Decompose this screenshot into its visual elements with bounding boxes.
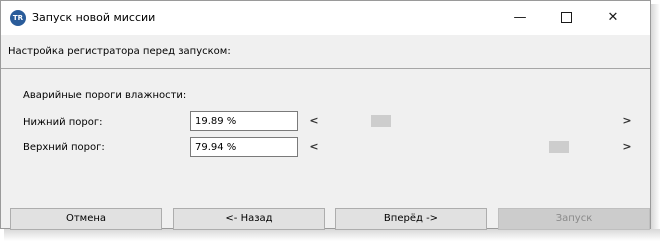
maximize-button[interactable] [544,1,588,35]
header-divider [1,68,650,69]
page-header: Настройка регистратора перед запуском: [8,46,231,57]
upper-threshold-label: Верхний порог: [23,142,105,153]
title-bar[interactable]: TR Запуск новой миссии — ✕ [1,1,650,35]
next-button[interactable]: Вперёд -> [335,208,487,230]
close-icon: ✕ [607,10,619,25]
launch-button: Запуск [498,208,650,230]
dialog-window: TR Запуск новой миссии — ✕ Настройка рег… [0,0,651,230]
slider-thumb[interactable] [549,141,570,153]
cancel-button[interactable]: Отмена [10,208,162,230]
scroll-right-arrow-icon[interactable]: > [621,137,633,157]
upper-threshold-slider[interactable]: < > [308,137,633,157]
window-title: Запуск новой миссии [32,11,156,24]
scroll-left-arrow-icon[interactable]: < [308,137,320,157]
maximize-icon [560,12,572,23]
slider-track[interactable] [322,111,619,131]
scroll-left-arrow-icon[interactable]: < [308,111,320,131]
scroll-right-arrow-icon[interactable]: > [621,111,633,131]
app-logo-icon: TR [10,10,26,26]
humidity-thresholds-label: Аварийные пороги влажности: [23,90,187,101]
lower-threshold-label: Нижний порог: [23,117,103,128]
window-shadow [4,229,660,241]
back-button[interactable]: <- Назад [173,208,325,230]
lower-threshold-input[interactable] [190,111,298,131]
slider-thumb[interactable] [371,115,392,127]
slider-track[interactable] [322,137,619,157]
lower-threshold-slider[interactable]: < > [308,111,633,131]
window-shadow [651,4,660,233]
minimize-icon: — [513,10,527,25]
close-button[interactable]: ✕ [591,1,635,35]
minimize-button[interactable]: — [498,1,542,35]
upper-threshold-input[interactable] [190,137,298,157]
